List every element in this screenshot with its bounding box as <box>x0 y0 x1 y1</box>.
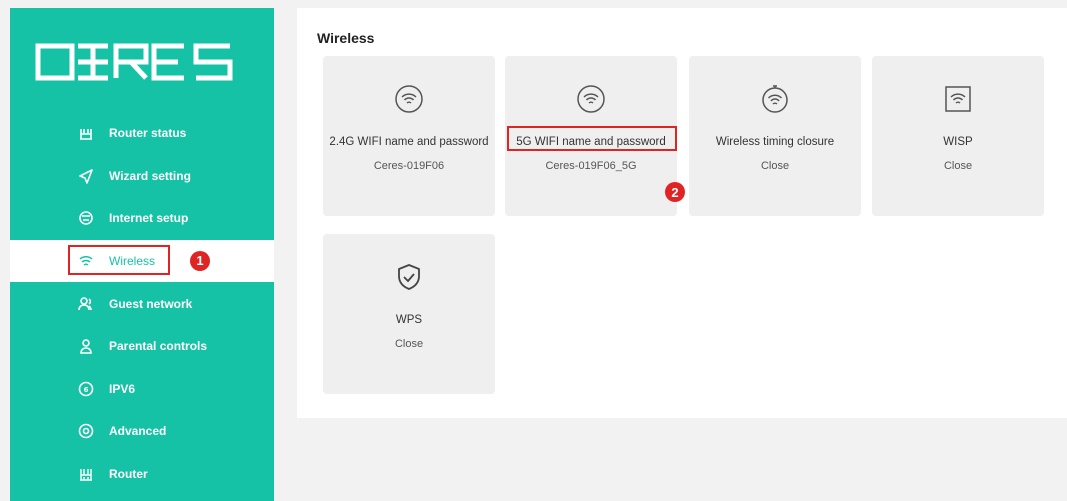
sidebar-item-label: Advanced <box>109 424 167 439</box>
sidebar-item-label: Wireless <box>109 254 156 269</box>
wifi-icon <box>395 85 423 113</box>
sidebar-item-parental-controls[interactable]: Parental controls <box>10 325 274 368</box>
sidebar-item-wizard-setting[interactable]: Wizard setting <box>10 155 274 198</box>
card-name: 2.4G WIFI name and password <box>329 136 489 148</box>
sidebar-item-guest-network[interactable]: Guest network <box>10 282 274 325</box>
brand-logo <box>34 40 248 84</box>
sidebar-item-advanced[interactable]: Advanced <box>10 410 274 453</box>
sidebar-item-label: Router status <box>109 126 187 141</box>
sidebar-item-wireless[interactable]: Wireless 1 <box>10 239 274 283</box>
page-title: Wireless <box>317 30 375 46</box>
card-name: WISP <box>943 136 973 148</box>
wisp-icon <box>945 86 971 112</box>
sidebar: Router status Wizard setting Internet se… <box>10 8 274 501</box>
card-value: Ceres-019F06_5G <box>545 160 637 172</box>
card-name: 5G WIFI name and password <box>516 136 666 148</box>
card-wisp[interactable]: WISP Close <box>872 56 1044 216</box>
router-status-icon <box>78 125 94 141</box>
step-badge-1: 1 <box>190 250 210 271</box>
sidebar-item-label: Parental controls <box>109 339 208 354</box>
wifi-icon <box>78 253 94 269</box>
svg-text:6: 6 <box>84 386 89 394</box>
main-panel: Wireless 2.4G WIFI name and password Cer… <box>297 8 1067 418</box>
shield-check-icon <box>398 264 420 290</box>
sidebar-item-label: Router <box>109 467 148 482</box>
sidebar-item-label: IPV6 <box>109 381 136 396</box>
ipv6-icon: 6 <box>78 381 94 397</box>
router-icon <box>78 466 94 482</box>
card-name: Wireless timing closure <box>715 136 835 148</box>
card-name: WPS <box>395 314 423 326</box>
send-icon <box>78 168 94 184</box>
sidebar-item-label: Wizard setting <box>109 168 191 183</box>
sidebar-item-label: Guest network <box>109 296 193 311</box>
target-icon <box>78 423 94 439</box>
card-5g-wifi[interactable]: 5G WIFI name and password Ceres-019F06_5… <box>505 56 685 216</box>
sidebar-item-ipv6[interactable]: 6 IPV6 <box>10 368 274 411</box>
card-wps[interactable]: WPS Close <box>323 234 495 394</box>
guests-icon <box>78 296 94 312</box>
sidebar-item-router[interactable]: Router <box>10 453 274 496</box>
wifi-icon <box>577 85 605 113</box>
card-value: Close <box>394 338 424 350</box>
step-badge-2: 2 <box>665 182 685 202</box>
card-value: Ceres-019F06 <box>373 160 445 172</box>
globe-icon <box>78 210 94 226</box>
sidebar-item-label: Internet setup <box>109 211 189 226</box>
sidebar-nav: Router status Wizard setting Internet se… <box>10 112 274 495</box>
sidebar-item-router-status[interactable]: Router status <box>10 112 274 155</box>
card-value: Close <box>943 160 973 172</box>
card-value: Close <box>760 160 790 172</box>
card-wireless-timing[interactable]: Wireless timing closure Close <box>689 56 861 216</box>
timer-wifi-icon <box>762 85 788 113</box>
user-icon <box>78 338 94 355</box>
logo-graphic <box>35 43 233 81</box>
card-24g-wifi[interactable]: 2.4G WIFI name and password Ceres-019F06 <box>323 56 495 216</box>
sidebar-item-internet-setup[interactable]: Internet setup <box>10 197 274 240</box>
